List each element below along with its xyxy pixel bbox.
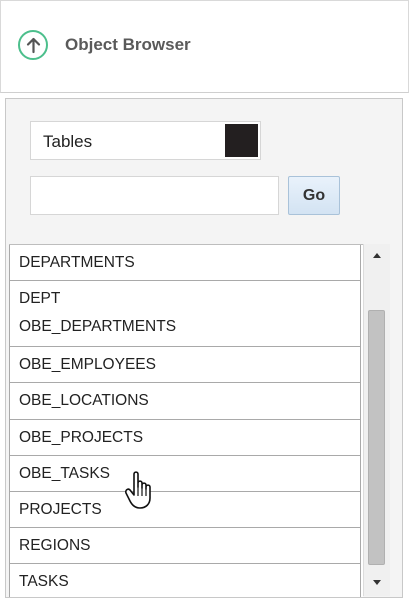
object-browser-header: Object Browser [0, 0, 409, 93]
object-type-select[interactable]: Tables [30, 121, 261, 160]
scroll-down-arrow-icon[interactable] [364, 572, 390, 592]
hand-pointer-icon [124, 470, 158, 517]
list-item[interactable]: OBE_LOCATIONS [9, 383, 361, 420]
list-item[interactable]: OBE_TASKS [9, 456, 361, 492]
up-arrow-circle-icon[interactable] [18, 30, 48, 60]
go-button[interactable]: Go [288, 176, 340, 215]
scroll-thumb[interactable] [368, 310, 385, 565]
list-item[interactable]: OBE_PROJECTS [9, 420, 361, 456]
object-list: DEPARTMENTS DEPT OBE_DEPARTMENTS OBE_EMP… [9, 244, 363, 597]
scroll-up-arrow-icon[interactable] [364, 246, 390, 266]
list-item[interactable]: PROJECTS [9, 492, 361, 528]
dropdown-toggle[interactable] [225, 124, 258, 157]
list-item[interactable]: OBE_EMPLOYEES [9, 347, 361, 383]
list-scrollbar[interactable] [363, 244, 390, 596]
page-title: Object Browser [65, 35, 191, 54]
list-item[interactable]: TASKS [9, 564, 361, 597]
list-item[interactable]: DEPARTMENTS [9, 245, 361, 281]
object-type-value: Tables [43, 132, 93, 151]
search-input[interactable] [30, 176, 279, 215]
list-item[interactable]: REGIONS [9, 528, 361, 564]
list-item[interactable]: DEPT OBE_DEPARTMENTS [9, 281, 361, 347]
